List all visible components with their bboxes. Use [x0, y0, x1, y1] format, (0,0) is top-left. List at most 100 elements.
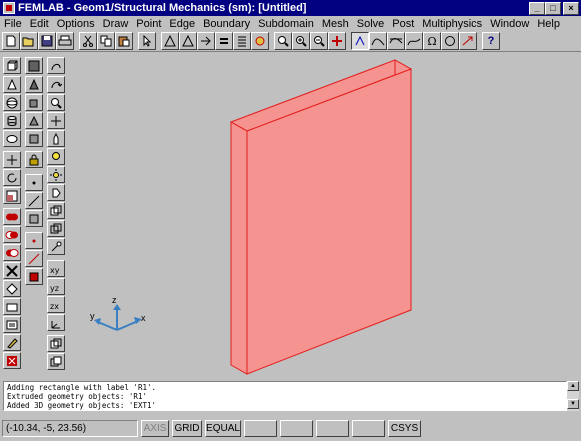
block-solid-icon[interactable]: [25, 57, 43, 74]
view-yz-icon[interactable]: yz: [47, 278, 65, 295]
move-icon[interactable]: [3, 151, 21, 168]
view-xy-icon[interactable]: xy: [47, 260, 65, 277]
point-2d-icon[interactable]: [25, 232, 43, 249]
menu-boundary[interactable]: Boundary: [199, 18, 254, 30]
status-toggle-blank-4[interactable]: [352, 419, 385, 437]
sphere-icon[interactable]: [3, 94, 21, 111]
prism-icon[interactable]: [25, 130, 43, 147]
lock-icon[interactable]: [25, 151, 43, 168]
status-toggle-blank-1[interactable]: [244, 419, 277, 437]
menu-draw[interactable]: Draw: [99, 18, 133, 30]
menu-point[interactable]: Point: [132, 18, 165, 30]
model-icon[interactable]: [405, 32, 423, 50]
delete-icon[interactable]: [3, 352, 21, 369]
view-default-icon[interactable]: [47, 314, 65, 331]
save-icon[interactable]: [38, 32, 56, 50]
zoom-in-icon[interactable]: [292, 32, 310, 50]
zoom-lens-icon[interactable]: [47, 94, 65, 111]
light-bulb-icon[interactable]: [47, 148, 65, 165]
line-icon[interactable]: [25, 192, 43, 209]
increment-view-icon[interactable]: [47, 335, 65, 352]
status-toggle-blank-2[interactable]: [280, 419, 313, 437]
print-icon[interactable]: [56, 32, 74, 50]
menu-file[interactable]: File: [0, 18, 26, 30]
menu-window[interactable]: Window: [486, 18, 533, 30]
log-scrollbar[interactable]: ▲ ▼: [567, 381, 579, 411]
decrement-view-icon[interactable]: [47, 353, 65, 370]
rotate-3d-icon[interactable]: [47, 76, 65, 93]
tetrahedron-icon[interactable]: [25, 112, 43, 129]
minimize-button[interactable]: _: [529, 1, 545, 15]
intersection-icon[interactable]: [3, 226, 21, 243]
menu-mesh[interactable]: Mesh: [318, 18, 353, 30]
work-plane-icon[interactable]: [25, 210, 43, 227]
subdomain-mode-icon[interactable]: [197, 32, 215, 50]
circle-icon[interactable]: [441, 32, 459, 50]
paste-icon[interactable]: [115, 32, 133, 50]
menu-options[interactable]: Options: [53, 18, 99, 30]
zoom-out-icon[interactable]: [310, 32, 328, 50]
triangle-mode-icon[interactable]: [161, 32, 179, 50]
point-icon[interactable]: [25, 174, 43, 191]
boundary-mode-icon[interactable]: [179, 32, 197, 50]
settings-icon[interactable]: [251, 32, 269, 50]
grid-toggle[interactable]: GRID: [172, 419, 202, 437]
rotate-icon[interactable]: [3, 169, 21, 186]
menu-help[interactable]: Help: [533, 18, 564, 30]
scroll-down-arrow-icon[interactable]: ▼: [567, 399, 579, 409]
geometry-canvas[interactable]: z x y: [70, 54, 581, 379]
difference-icon[interactable]: [3, 244, 21, 261]
pan-icon[interactable]: [47, 112, 65, 129]
plot-icon[interactable]: [369, 32, 387, 50]
cone-solid-icon[interactable]: [25, 76, 43, 93]
transparency-icon[interactable]: [47, 202, 65, 219]
wireframe-icon[interactable]: [47, 220, 65, 237]
maximize-button[interactable]: □: [545, 1, 561, 15]
zoom-window-icon[interactable]: [274, 32, 292, 50]
cut-icon[interactable]: [79, 32, 97, 50]
close-button[interactable]: ×: [563, 1, 579, 15]
zoom-3d-icon[interactable]: [47, 57, 65, 74]
arrow-icon[interactable]: [459, 32, 477, 50]
open-icon[interactable]: [20, 32, 38, 50]
hexahedron-icon[interactable]: [25, 94, 43, 111]
compose-icon[interactable]: [3, 262, 21, 279]
headlight-icon[interactable]: [47, 184, 65, 201]
equal-icon[interactable]: [215, 32, 233, 50]
extruded-block[interactable]: [229, 59, 413, 375]
message-log[interactable]: Adding rectangle with label 'R1'. Extrud…: [3, 381, 567, 411]
copy-icon[interactable]: [97, 32, 115, 50]
menu-edit[interactable]: Edit: [26, 18, 53, 30]
menu-post[interactable]: Post: [388, 18, 418, 30]
help-icon[interactable]: ?: [482, 32, 500, 50]
view-zx-icon[interactable]: zx: [47, 296, 65, 313]
cylinder-icon[interactable]: [3, 112, 21, 129]
app-icon[interactable]: [3, 2, 15, 14]
omega-icon[interactable]: Ω: [423, 32, 441, 50]
csys-toggle[interactable]: CSYS: [388, 419, 421, 437]
light-icon[interactable]: [47, 166, 65, 183]
ellipsoid-icon[interactable]: [3, 130, 21, 147]
split-icon[interactable]: [3, 280, 21, 297]
multiphysics-icon[interactable]: [387, 32, 405, 50]
menu-edge[interactable]: Edge: [165, 18, 199, 30]
new-icon[interactable]: [2, 32, 20, 50]
line-2d-icon[interactable]: [25, 250, 43, 267]
menu-solve[interactable]: Solve: [353, 18, 389, 30]
coerce-icon[interactable]: [3, 298, 21, 315]
cone-icon[interactable]: [3, 76, 21, 93]
scale-icon[interactable]: [3, 187, 21, 204]
menu-multiphysics[interactable]: Multiphysics: [418, 18, 486, 30]
solve-icon[interactable]: [351, 32, 369, 50]
scene-light-icon[interactable]: [47, 238, 65, 255]
hand-icon[interactable]: [47, 130, 65, 147]
list-icon[interactable]: [233, 32, 251, 50]
menu-subdomain[interactable]: Subdomain: [254, 18, 318, 30]
pencil-icon[interactable]: [3, 334, 21, 351]
axis-toggle[interactable]: AXIS: [141, 419, 169, 437]
union-icon[interactable]: [3, 208, 21, 225]
scroll-up-arrow-icon[interactable]: ▲: [567, 381, 579, 391]
equal-toggle[interactable]: EQUAL: [205, 419, 241, 437]
rectangle-icon[interactable]: [25, 268, 43, 285]
select-arrow-icon[interactable]: [138, 32, 156, 50]
